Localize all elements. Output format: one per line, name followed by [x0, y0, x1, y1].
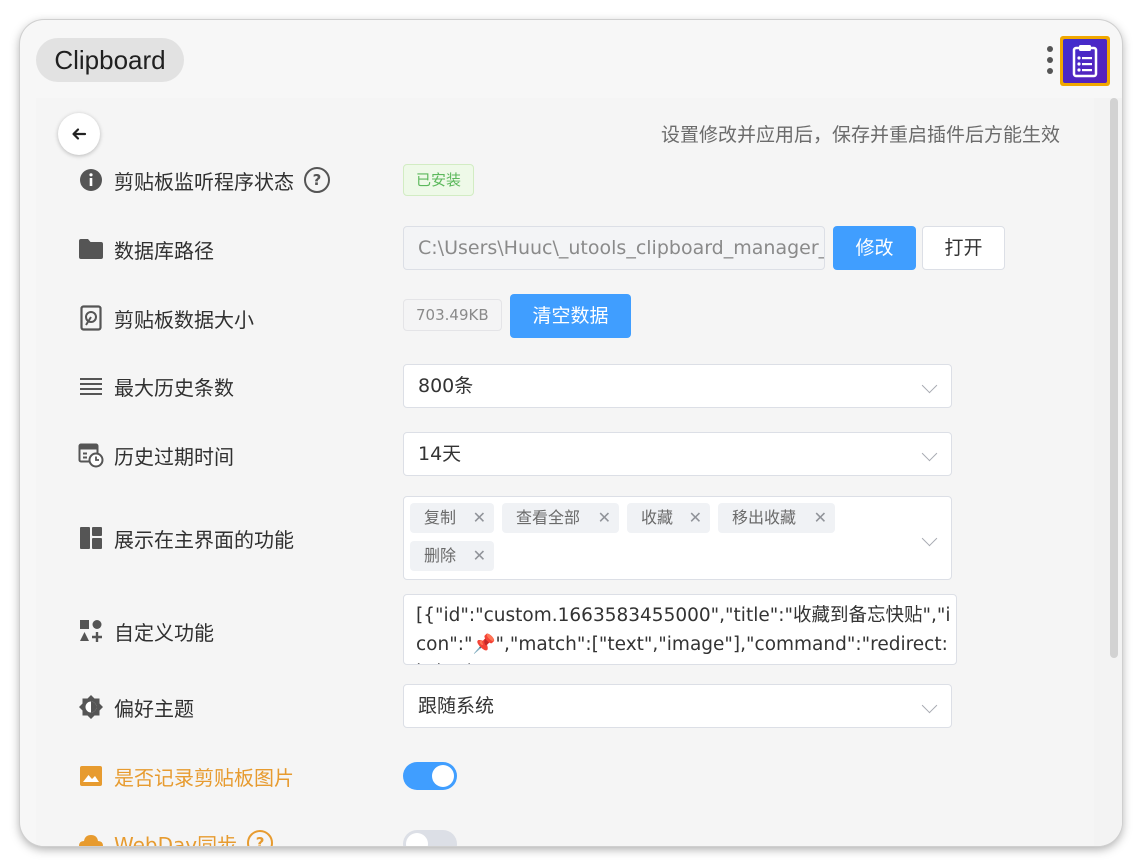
chevron-down-icon [921, 697, 938, 714]
main-functions-label-text: 展示在主界面的功能 [114, 527, 294, 552]
list-icon [78, 373, 104, 399]
clear-data-button[interactable]: 清空数据 [510, 294, 631, 338]
data-size-value: 703.49KB [403, 299, 502, 331]
app-title: Clipboard [36, 38, 184, 82]
theme-label: 偏好主题 [78, 692, 194, 722]
db-path-label: 数据库路径 [78, 234, 214, 264]
record-images-toggle[interactable] [403, 762, 457, 790]
image-icon [78, 763, 104, 789]
scrollbar-thumb[interactable] [1110, 98, 1118, 658]
db-path-label-text: 数据库路径 [114, 238, 214, 263]
shapes-add-icon [78, 618, 104, 644]
function-tag-label: 查看全部 [516, 508, 581, 527]
expire-label: 历史过期时间 [78, 440, 234, 470]
installed-badge: 已安装 [403, 164, 475, 196]
dashboard-icon [78, 525, 104, 551]
theme-select[interactable]: 跟随系统 [403, 684, 952, 728]
toggle-knob [406, 833, 428, 846]
main-functions-multiselect[interactable]: 复制 ✕ 查看全部 ✕ 收藏 ✕ 移出收藏 ✕ 删除 ✕ [403, 496, 952, 580]
close-icon[interactable]: ✕ [473, 541, 486, 571]
close-icon[interactable]: ✕ [473, 503, 486, 533]
storage-icon [78, 305, 104, 331]
record-images-label: 是否记录剪贴板图片 [78, 761, 294, 791]
clipboard-app-icon[interactable] [1060, 36, 1110, 86]
close-icon[interactable]: ✕ [598, 503, 611, 533]
function-tag-label: 收藏 [641, 508, 674, 527]
data-size-label-text: 剪贴板数据大小 [114, 307, 254, 332]
custom-function-label-text: 自定义功能 [114, 620, 214, 645]
chevron-down-icon [921, 377, 938, 394]
arrow-left-icon [72, 128, 87, 140]
monitor-label-text: 剪贴板监听程序状态 [114, 169, 294, 194]
data-size-label: 剪贴板数据大小 [78, 303, 254, 333]
restart-notice: 设置修改并应用后，保存并重启插件后方能生效 [660, 124, 1060, 146]
db-path-input[interactable]: C:\Users\Huuc\_utools_clipboard_manager_… [403, 226, 825, 270]
expire-value: 14天 [418, 443, 462, 465]
main-functions-label: 展示在主界面的功能 [78, 523, 294, 553]
chevron-down-icon [921, 445, 938, 462]
max-history-select[interactable]: 800条 [403, 364, 952, 408]
more-menu-icon[interactable] [1042, 44, 1058, 78]
modify-button[interactable]: 修改 [833, 226, 916, 270]
cloud-sync-icon [78, 830, 104, 846]
toggle-knob [432, 765, 454, 787]
brightness-icon [78, 694, 104, 720]
theme-value: 跟随系统 [418, 695, 495, 717]
record-images-label-text: 是否记录剪贴板图片 [114, 765, 294, 790]
custom-function-textarea[interactable]: [{"id":"custom.1663583455000","title":"收… [403, 594, 957, 665]
folder-icon [78, 236, 104, 262]
close-icon[interactable]: ✕ [689, 503, 702, 533]
close-icon[interactable]: ✕ [814, 503, 827, 533]
info-icon [78, 167, 104, 193]
function-tag: 复制 ✕ [410, 503, 494, 533]
max-history-label: 最大历史条数 [78, 371, 234, 401]
expire-select[interactable]: 14天 [403, 432, 952, 476]
app-window: Clipboard 设置修改并应用后，保存并重启插件后方能生效 剪贴板监听程序状… [20, 20, 1122, 846]
help-icon[interactable]: ? [247, 830, 274, 846]
function-tag-label: 复制 [424, 508, 457, 527]
expire-label-text: 历史过期时间 [114, 444, 234, 469]
db-path-value: C:\Users\Huuc\_utools_clipboard_manager_… [418, 237, 825, 259]
function-tag: 移出收藏 ✕ [718, 503, 835, 533]
chevron-down-icon [921, 530, 938, 547]
max-history-label-text: 最大历史条数 [114, 375, 234, 400]
function-tag-label: 移出收藏 [732, 508, 797, 527]
help-icon[interactable]: ? [304, 167, 330, 193]
custom-function-json: [{"id":"custom.1663583455000","title":"收… [416, 605, 951, 664]
back-button[interactable] [58, 113, 100, 155]
webdav-toggle[interactable] [403, 830, 457, 846]
custom-function-label: 自定义功能 [78, 616, 214, 646]
function-tag: 收藏 ✕ [627, 503, 710, 533]
calendar-clock-icon [78, 442, 104, 468]
max-history-value: 800条 [418, 375, 474, 397]
webdav-label-text: WebDav同步 [114, 832, 238, 847]
function-tag: 删除 ✕ [410, 541, 494, 571]
function-tag-label: 删除 [424, 546, 457, 565]
function-tag: 查看全部 ✕ [502, 503, 619, 533]
settings-panel: 设置修改并应用后，保存并重启插件后方能生效 剪贴板监听程序状态 ? 已安装 数据… [36, 98, 1094, 846]
theme-label-text: 偏好主题 [114, 696, 194, 721]
monitor-status-label: 剪贴板监听程序状态 ? [78, 165, 330, 195]
open-button[interactable]: 打开 [922, 226, 1005, 270]
webdav-label: WebDav同步 ? [78, 828, 274, 847]
